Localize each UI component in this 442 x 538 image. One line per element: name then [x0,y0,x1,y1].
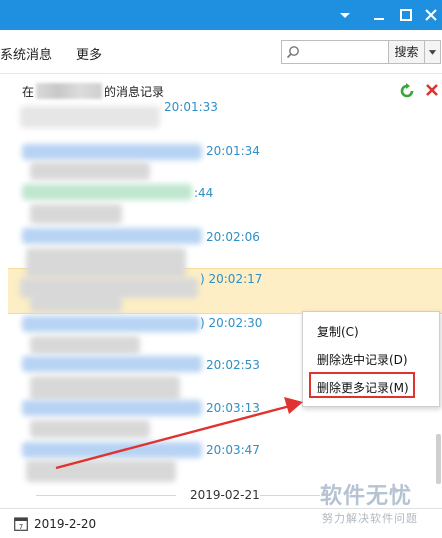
menu-item-delete-more[interactable]: 删除更多记录(M) [303,372,439,398]
refresh-icon[interactable] [398,82,416,100]
blurred-message [30,336,140,354]
minimize-icon[interactable] [370,6,388,24]
title-bar [0,0,442,30]
search-icon [286,46,299,59]
blurred-sender [22,184,192,200]
history-title: 在 的消息记录 [22,83,164,100]
message-time: 20:02:53 [206,358,260,372]
blurred-sender [22,356,202,372]
search-button[interactable]: 搜索 [389,40,425,64]
message-time: ) 20:02:30 [200,316,263,330]
message-time: 20:01:33 [164,100,218,114]
history-title-suffix: 的消息记录 [104,85,165,99]
svg-text:7: 7 [19,523,23,531]
watermark: 软件无忧 努力解决软件问题 [316,478,442,528]
system-messages-tab[interactable]: 系统消息 [0,44,52,63]
message-list[interactable]: 20:01:33 20:01:34 :44 20:02:06 ) 20:02:1… [0,100,442,504]
toolbar: 系统消息 更多 搜索 [0,30,442,74]
blurred-sender [22,316,200,332]
history-title-prefix: 在 [22,85,35,99]
blurred-sender [22,400,202,416]
blurred-sender [22,442,202,458]
blurred-message [30,376,180,400]
blurred-sender [22,144,202,160]
menu-item-copy[interactable]: 复制(C) [303,318,439,342]
blurred-sender [22,228,202,244]
message-time: 20:03:47 [206,443,260,457]
close-icon[interactable] [422,6,440,24]
message-time: 20:02:06 [206,230,260,244]
more-menu[interactable]: 更多 [76,44,102,63]
history-header: 在 的消息记录 [0,76,442,104]
menu-item-delete-selected[interactable]: 删除选中记录(D) [303,346,439,370]
search-dropdown-icon[interactable] [425,40,441,64]
blurred-message [30,162,150,180]
blurred-message [30,292,122,312]
dropdown-arrow-icon[interactable] [336,6,354,24]
watermark-subtitle: 努力解决软件问题 [322,512,418,525]
message-time: :44 [194,186,214,200]
message-time: ) 20:02:17 [200,272,263,286]
scrollbar-thumb[interactable] [436,434,441,484]
footer-date[interactable]: 2019-2-20 [34,517,96,531]
message-time: 20:01:34 [206,144,260,158]
divider [260,495,320,496]
divider [36,495,176,496]
menu-item-label: 删除选中记录(D) [317,353,408,367]
search-input[interactable] [304,43,386,61]
menu-item-label: 删除更多记录(M) [317,381,409,395]
blurred-message [26,248,186,278]
blurred-contact-name [36,83,103,99]
watermark-title: 软件无忧 [320,484,413,509]
maximize-icon[interactable] [397,6,415,24]
blurred-message [30,204,122,224]
message-time: 20:03:13 [206,401,260,415]
blurred-message [20,106,160,128]
menu-item-label: 复制(C) [317,325,359,339]
search-field[interactable] [281,40,389,64]
blurred-message [30,420,150,438]
date-separator-label: 2019-02-21 [190,488,260,502]
blurred-message [26,460,176,482]
context-menu: 复制(C) 删除选中记录(D) 删除更多记录(M) [302,311,440,407]
calendar-icon[interactable]: 7 [14,516,28,531]
delete-icon[interactable] [424,82,440,98]
